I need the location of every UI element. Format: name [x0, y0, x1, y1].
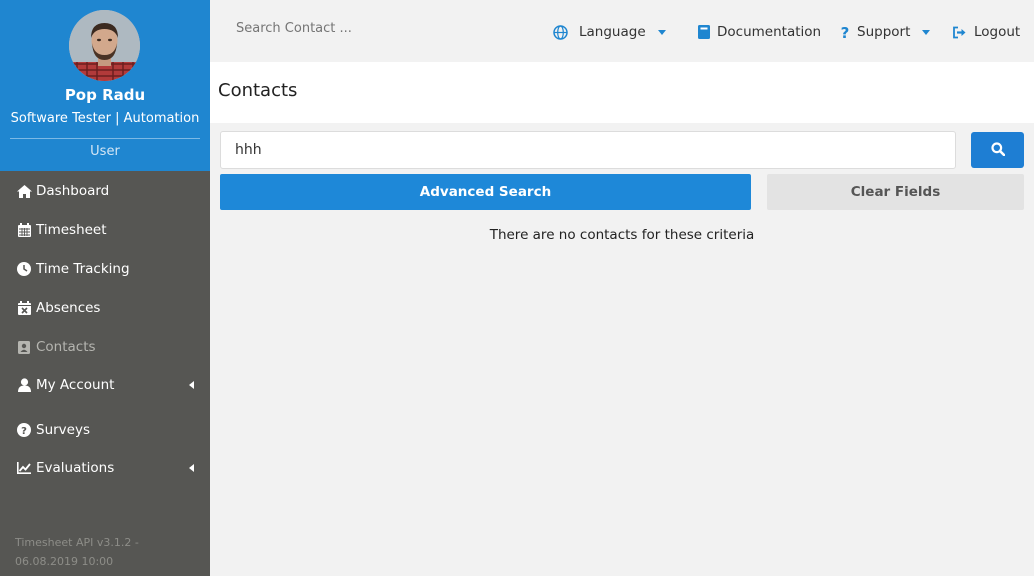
sidebar-item-label: Contacts: [36, 339, 96, 355]
documentation-link[interactable]: Documentation: [698, 22, 821, 42]
svg-text:?: ?: [21, 426, 27, 437]
line-chart-icon: [16, 460, 32, 476]
profile-divider: [10, 138, 200, 139]
sidebar-item-contacts[interactable]: Contacts: [0, 328, 210, 366]
clock-icon: [16, 261, 32, 277]
calendar-icon: [16, 222, 32, 238]
caret-down-icon: [657, 29, 666, 35]
sidebar-item-dashboard[interactable]: Dashboard: [0, 172, 210, 210]
documentation-label: Documentation: [717, 24, 822, 40]
sidebar-item-label: My Account: [36, 377, 115, 393]
chevron-left-icon: [189, 381, 194, 389]
avatar: [69, 10, 140, 81]
search-input[interactable]: [220, 131, 956, 169]
clear-fields-button[interactable]: Clear Fields: [767, 174, 1024, 210]
user-role: Software Tester | Automation: [10, 111, 200, 126]
top-navbar: Language Documentation ? Support Logout: [210, 0, 1034, 62]
globe-icon: [553, 24, 568, 40]
search-icon: [990, 141, 1005, 160]
sidebar-item-evaluations[interactable]: Evaluations: [0, 449, 210, 487]
sidebar-item-label: Time Tracking: [36, 261, 130, 277]
empty-results-message: There are no contacts for these criteria: [489, 227, 755, 243]
user-icon: [16, 377, 32, 393]
language-label: Language: [579, 24, 646, 40]
page-title: Contacts: [218, 80, 298, 101]
sidebar-item-label: Dashboard: [36, 183, 110, 199]
calendar-x-icon: [16, 300, 32, 316]
version-info: Timesheet API v3.1.2 - 06.08.2019 10:00: [15, 536, 139, 568]
contact-search-input[interactable]: [236, 21, 436, 36]
svg-text:?: ?: [841, 25, 850, 40]
sidebar: Pop Radu Software Tester | Automation Us…: [0, 0, 210, 576]
home-icon: [16, 183, 32, 199]
question-circle-icon: ?: [16, 422, 32, 438]
sidebar-item-label: Surveys: [36, 422, 90, 438]
support-dropdown[interactable]: ? Support: [840, 22, 931, 42]
sidebar-item-time-tracking[interactable]: Time Tracking: [0, 250, 210, 288]
caret-down-icon: [922, 29, 931, 35]
sidebar-item-surveys[interactable]: ? Surveys: [0, 411, 210, 449]
advanced-search-button[interactable]: Advanced Search: [220, 174, 751, 210]
language-dropdown[interactable]: Language: [553, 22, 666, 42]
question-icon: ?: [840, 25, 850, 40]
sidebar-item-absences[interactable]: Absences: [0, 289, 210, 327]
sidebar-item-my-account[interactable]: My Account: [0, 366, 210, 404]
contact-card-icon: [16, 339, 32, 355]
book-icon: [698, 25, 710, 39]
user-type: User: [90, 144, 120, 159]
logout-label: Logout: [974, 24, 1021, 40]
search-button[interactable]: [971, 132, 1024, 168]
support-label: Support: [857, 24, 911, 40]
sidebar-item-label: Evaluations: [36, 460, 115, 476]
page-header: Contacts: [210, 62, 1034, 123]
sidebar-item-label: Absences: [36, 300, 101, 316]
sidebar-item-timesheet[interactable]: Timesheet: [0, 211, 210, 249]
sidebar-item-label: Timesheet: [36, 222, 107, 238]
chevron-left-icon: [189, 464, 194, 472]
user-name: Pop Radu: [64, 86, 146, 104]
logout-link[interactable]: Logout: [952, 22, 1020, 42]
logout-icon: [952, 26, 967, 39]
profile-panel: Pop Radu Software Tester | Automation Us…: [0, 0, 210, 171]
